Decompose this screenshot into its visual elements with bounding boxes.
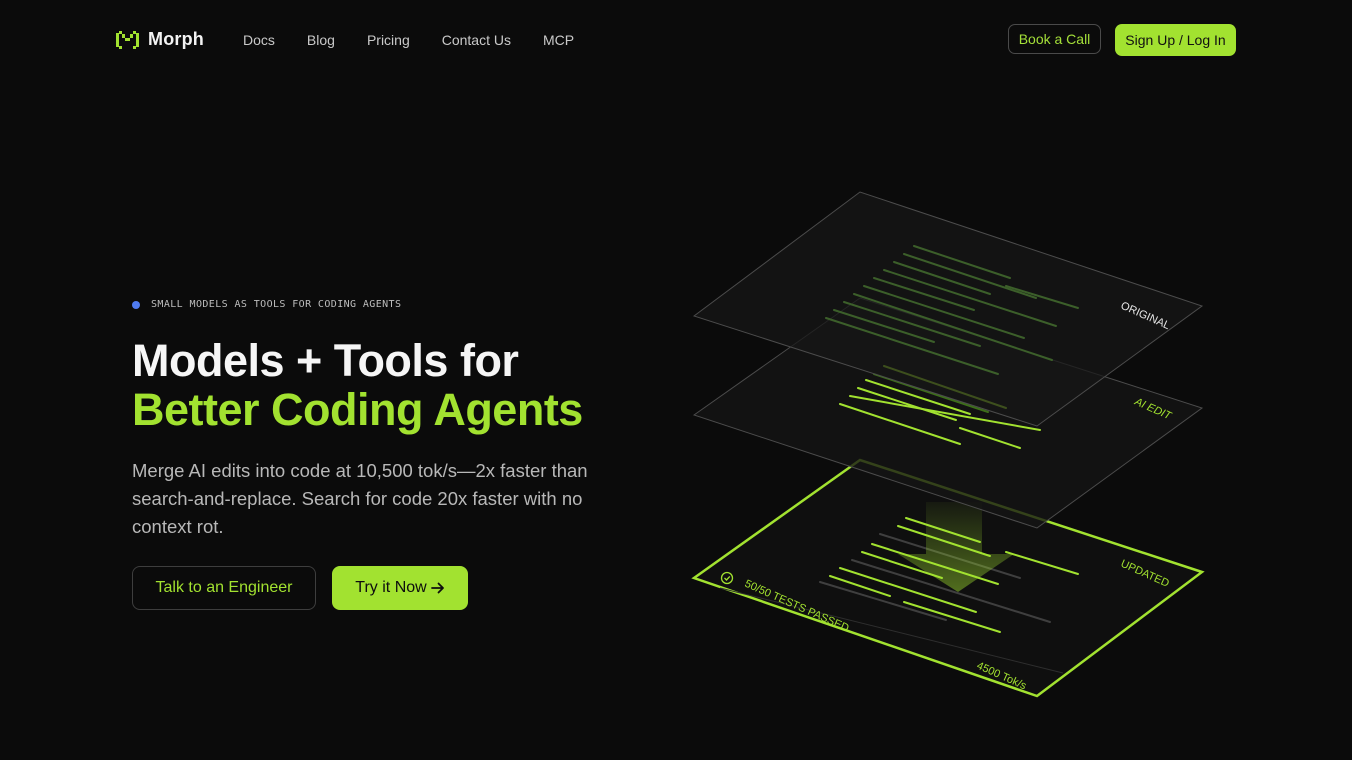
nav-link-mcp[interactable]: MCP	[543, 31, 574, 49]
layered-code-illustration: ORIGINAL AI EDIT UPDATED 50/50 TESTS PAS…	[680, 180, 1220, 715]
try-it-now-button[interactable]: Try it Now	[332, 566, 468, 610]
nav-link-pricing[interactable]: Pricing	[367, 31, 410, 49]
eyebrow-dot-icon	[132, 300, 140, 309]
brand-logo[interactable]: Morph	[116, 29, 204, 50]
hero-title-line1: Models + Tools for	[132, 335, 519, 386]
hero-title-line2: Better Coding Agents	[132, 384, 583, 435]
top-navigation: Morph Docs Blog Pricing Contact Us MCP B…	[0, 0, 1352, 80]
hero-description: Merge AI edits into code at 10,500 tok/s…	[132, 460, 588, 537]
eyebrow-text: SMALL MODELS AS TOOLS FOR CODING AGENTS	[151, 299, 402, 310]
nav-link-docs[interactable]: Docs	[243, 31, 275, 49]
talk-to-engineer-button[interactable]: Talk to an Engineer	[132, 566, 316, 610]
nav-link-contact-us[interactable]: Contact Us	[442, 31, 511, 49]
try-it-now-label: Try it Now	[355, 579, 427, 596]
signup-login-button[interactable]: Sign Up / Log In	[1115, 24, 1236, 56]
hero-eyebrow: SMALL MODELS AS TOOLS FOR CODING AGENTS	[132, 299, 401, 310]
brand-name: Morph	[148, 29, 204, 49]
morph-logo-icon	[116, 30, 139, 49]
primary-nav: Docs Blog Pricing Contact Us MCP	[243, 31, 574, 49]
hero-title: Models + Tools for Better Coding Agents	[132, 336, 583, 434]
nav-link-blog[interactable]: Blog	[307, 31, 335, 49]
arrow-right-icon	[430, 582, 444, 594]
layers-diagram: ORIGINAL AI EDIT UPDATED 50/50 TESTS PAS…	[691, 191, 1205, 698]
book-call-button[interactable]: Book a Call	[1008, 24, 1101, 54]
